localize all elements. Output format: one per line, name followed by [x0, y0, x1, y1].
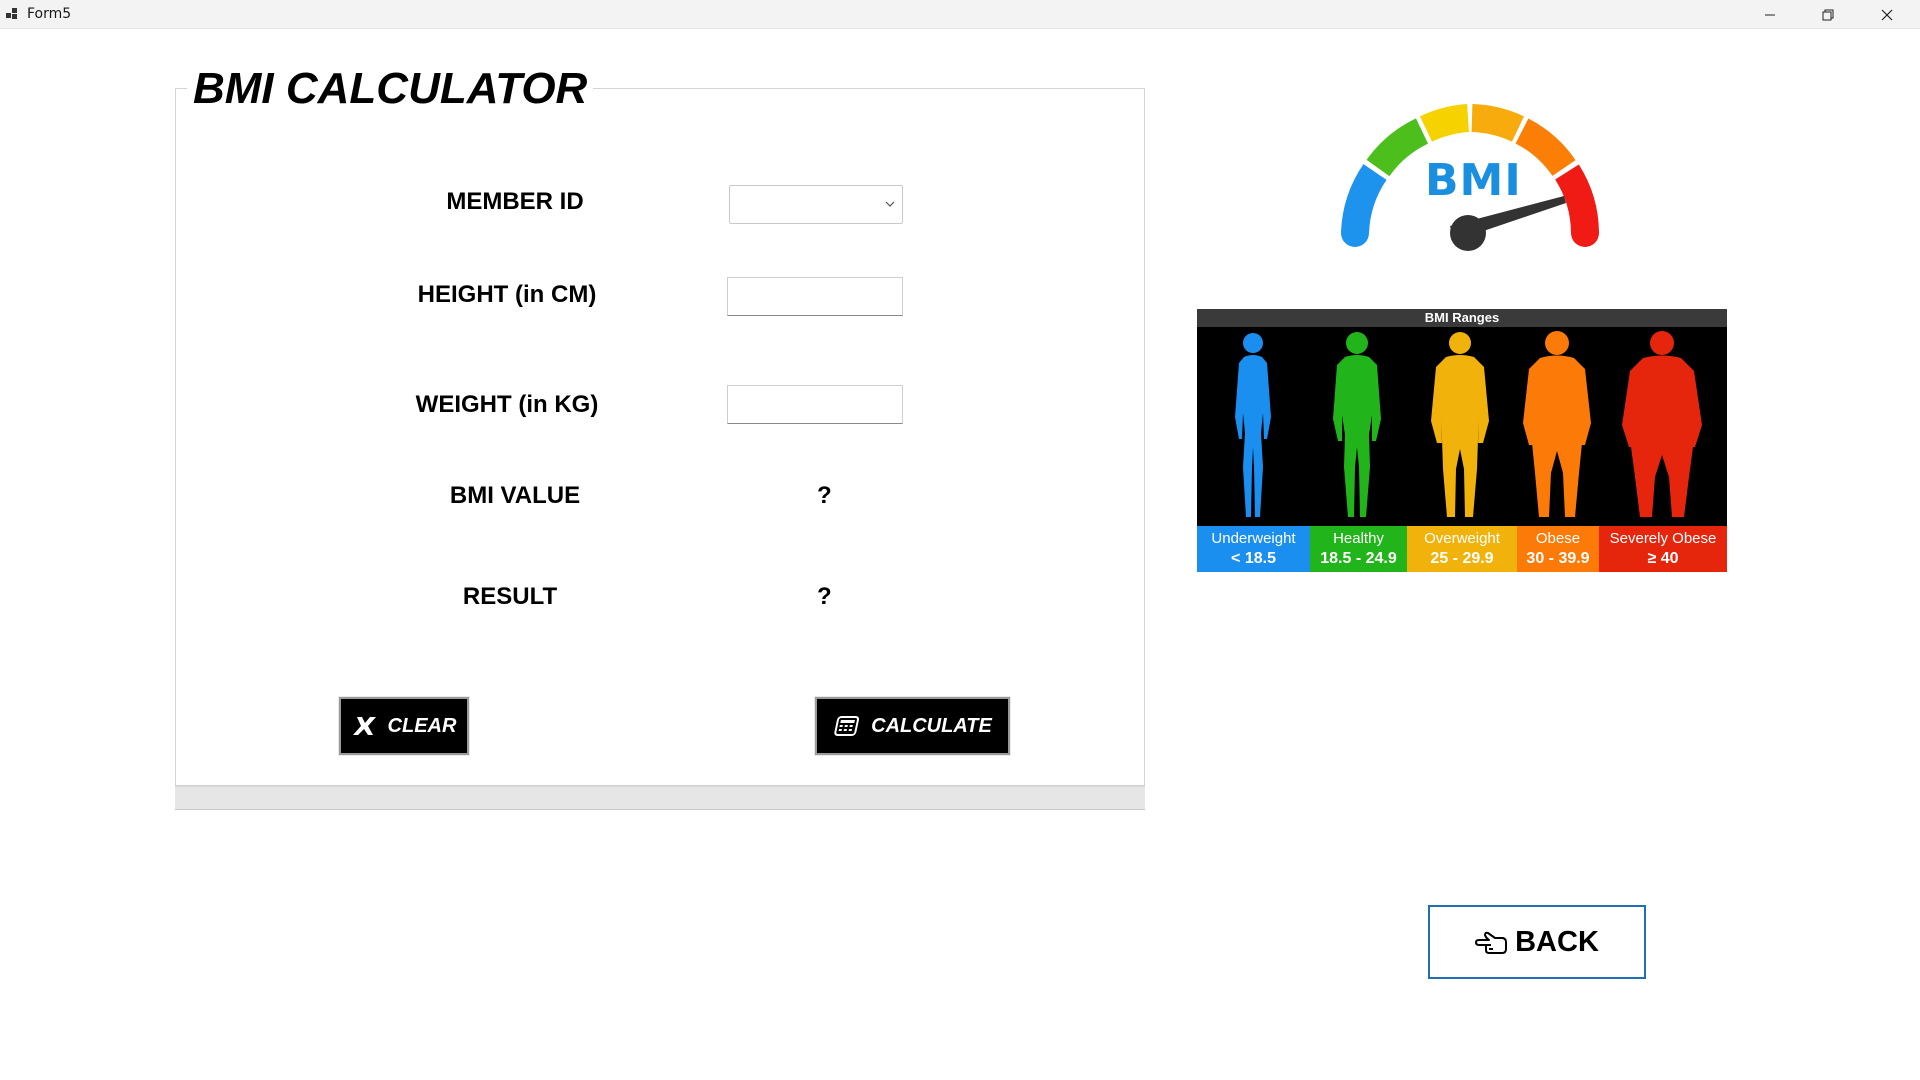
- gauge-label: BMI: [1425, 155, 1522, 206]
- close-icon: [1881, 9, 1893, 20]
- range-category-label: Severely Obese: [1609, 530, 1717, 547]
- range-category-label: Overweight: [1424, 530, 1500, 547]
- range-value-label: 30 - 39.9: [1526, 550, 1590, 567]
- range-obese: Obese 30 - 39.9: [1517, 526, 1599, 572]
- range-category-label: Healthy: [1333, 530, 1384, 547]
- result-output: ?: [817, 583, 832, 610]
- calculate-button-label: CALCULATE: [871, 714, 992, 737]
- back-button[interactable]: BACK: [1428, 905, 1646, 979]
- restore-button[interactable]: [1799, 0, 1857, 29]
- gauge-segment-orange: [1471, 104, 1524, 142]
- status-strip: [175, 786, 1145, 810]
- bmi-ranges-title: BMI Ranges: [1197, 309, 1727, 327]
- silhouette-overweight: [1431, 332, 1489, 517]
- gauge-segment-green: [1366, 118, 1429, 177]
- silhouette-healthy: [1333, 332, 1381, 517]
- close-button[interactable]: [1858, 0, 1916, 29]
- x-icon: [352, 717, 376, 735]
- calculator-icon: [834, 716, 860, 736]
- range-category-label: Underweight: [1211, 530, 1296, 547]
- bmi-groupbox: [175, 88, 1145, 786]
- clear-button-label: CLEAR: [387, 714, 457, 737]
- silhouette-obese: [1523, 331, 1591, 517]
- app-icon: [6, 8, 17, 19]
- silhouette-severely-obese: [1622, 331, 1702, 517]
- member-id-dropdown[interactable]: [729, 185, 903, 224]
- weight-input[interactable]: [727, 385, 903, 424]
- gauge-segment-yellow: [1419, 104, 1470, 142]
- gauge-hub: [1450, 215, 1486, 251]
- result-label: RESULT: [462, 583, 558, 610]
- page-title: BMI CALCULATOR: [187, 64, 594, 114]
- body-silhouettes: [1235, 331, 1702, 517]
- gauge-segment-dark-orange: [1515, 118, 1576, 177]
- range-value-label: 25 - 29.9: [1430, 550, 1494, 567]
- range-category-label: Obese: [1535, 530, 1581, 547]
- pointing-hand-icon: [1475, 931, 1508, 954]
- window-title: Form5: [27, 6, 72, 22]
- minimize-icon: [1765, 14, 1775, 15]
- minimize-button[interactable]: [1741, 0, 1799, 29]
- range-value-label: 18.5 - 24.9: [1320, 550, 1397, 567]
- range-value-label: ≥ 40: [1647, 550, 1679, 567]
- back-button-label: BACK: [1515, 925, 1599, 958]
- height-label: HEIGHT (in CM): [417, 281, 597, 308]
- range-overweight: Overweight 25 - 29.9: [1407, 526, 1517, 572]
- calculate-button[interactable]: CALCULATE: [815, 697, 1010, 755]
- bmi-value-label: BMI VALUE: [449, 482, 581, 509]
- member-id-label: MEMBER ID: [446, 188, 584, 215]
- bmi-ranges-chart: BMI Ranges Underweight < 18.5 Healthy 18…: [1197, 309, 1727, 572]
- weight-label: WEIGHT (in KG): [415, 391, 599, 418]
- clear-button[interactable]: CLEAR: [339, 697, 469, 755]
- range-underweight: Underweight < 18.5: [1197, 526, 1310, 572]
- title-bar: Form5: [0, 0, 1920, 29]
- silhouette-underweight: [1235, 333, 1271, 517]
- height-input[interactable]: [727, 277, 903, 316]
- range-severely-obese: Severely Obese ≥ 40: [1599, 526, 1727, 572]
- restore-icon: [1822, 9, 1834, 20]
- bmi-value-output: ?: [817, 482, 832, 509]
- bmi-range-legend: Underweight < 18.5 Healthy 18.5 - 24.9 O…: [1197, 526, 1727, 572]
- range-healthy: Healthy 18.5 - 24.9: [1310, 526, 1407, 572]
- range-value-label: < 18.5: [1231, 550, 1276, 567]
- chevron-down-icon: [885, 201, 895, 207]
